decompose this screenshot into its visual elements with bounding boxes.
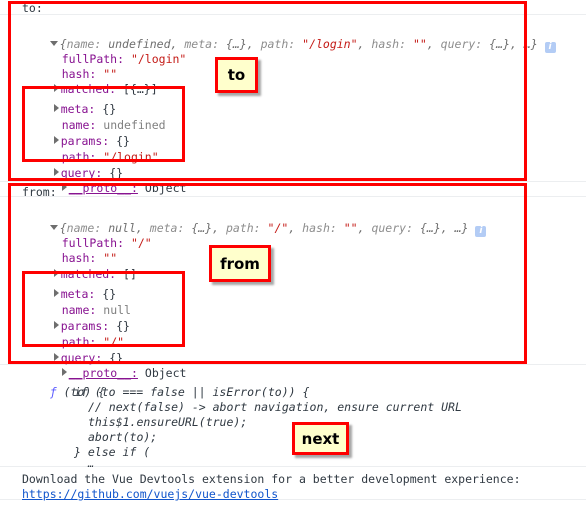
property-row[interactable]: fullPath: "/login" <box>34 37 187 66</box>
devtools-console: to: {name: undefined, meta: {…}, path: "… <box>0 0 586 506</box>
info-icon[interactable]: i <box>475 226 487 237</box>
function-line-ellipsis: … <box>88 459 95 470</box>
property-row-proto[interactable]: __proto__: Object <box>34 166 186 195</box>
property-row[interactable]: query: {} <box>26 336 123 365</box>
chevron-right-icon[interactable] <box>61 183 67 191</box>
property-row[interactable]: path: "/login" <box>34 135 159 164</box>
property-value: [{…}] <box>123 82 158 96</box>
property-value: Object <box>144 181 187 195</box>
property-row[interactable]: hash: "" <box>34 236 117 265</box>
property-row[interactable]: path: "/" <box>34 320 124 349</box>
property-row[interactable]: name: undefined <box>34 103 166 132</box>
info-icon[interactable]: i <box>544 42 556 53</box>
from-object-header[interactable]: {name: null, meta: {…}, path: "/", hash:… <box>22 206 487 237</box>
preview-ellipsis: …} <box>454 221 469 235</box>
preview-value: "" <box>343 221 358 235</box>
preview-key: query: <box>371 221 413 235</box>
devtools-message: Download the Vue Devtools extension for … <box>22 472 521 486</box>
property-value: "/login" <box>130 52 187 66</box>
preview-value: {…} <box>489 37 510 51</box>
console-divider <box>0 14 586 15</box>
function-line-elseif: } else if ( <box>74 445 151 459</box>
console-divider <box>0 196 586 197</box>
devtools-link[interactable]: https://github.com/vuejs/vue-devtools <box>22 487 278 502</box>
property-key: __proto__: <box>68 181 138 195</box>
property-value: [] <box>123 267 137 281</box>
preview-value: {…} <box>225 37 247 51</box>
preview-key: query: <box>440 37 483 51</box>
callout-next: next <box>292 422 349 455</box>
property-value: Object <box>144 366 187 380</box>
preview-value: "" <box>412 37 427 51</box>
property-row[interactable]: query: {} <box>26 151 123 180</box>
preview-key: hash: <box>371 37 407 51</box>
property-row-proto[interactable]: __proto__: Object <box>34 351 186 380</box>
function-line-abort: abort(to); <box>88 430 158 444</box>
to-object-header[interactable]: {name: undefined, meta: {…}, path: "/log… <box>22 22 556 53</box>
preview-value: "/login" <box>302 37 358 51</box>
property-value: "/" <box>130 236 152 250</box>
preview-key: hash: <box>302 221 337 235</box>
to-label: to: <box>22 1 43 15</box>
function-signature-line: ƒ (to) { <box>22 370 105 399</box>
preview-value: {…} <box>191 221 213 235</box>
from-label: from: <box>22 185 57 199</box>
function-line-if: if (to === false || isError(to)) { <box>74 385 310 399</box>
property-row[interactable]: hash: "" <box>34 52 117 81</box>
property-row[interactable]: name: null <box>34 288 131 317</box>
property-row[interactable]: matched: [] <box>26 252 137 281</box>
preview-key: path: <box>225 221 261 235</box>
preview-key: meta: <box>184 37 219 51</box>
preview-key: path: <box>260 37 296 51</box>
function-f-glyph: ƒ <box>49 385 57 399</box>
callout-to: to <box>215 57 258 93</box>
property-row[interactable]: params: {} <box>26 119 130 148</box>
function-line-comment: // next(false) -> abort navigation, ensu… <box>88 400 462 414</box>
property-row[interactable]: meta: {} <box>26 87 116 116</box>
function-line-ensureurl: this$1.ensureURL(true); <box>88 415 248 429</box>
callout-from: from <box>209 245 271 282</box>
preview-value: {…} <box>419 221 441 235</box>
property-row[interactable]: meta: {} <box>26 272 116 301</box>
preview-ellipsis: …} <box>523 37 538 51</box>
property-row[interactable]: params: {} <box>26 304 130 333</box>
property-row[interactable]: matched: [{…}] <box>26 67 158 96</box>
preview-value: "/" <box>267 221 289 235</box>
preview-key: meta: <box>149 221 185 235</box>
property-row[interactable]: fullPath: "/" <box>34 221 152 250</box>
